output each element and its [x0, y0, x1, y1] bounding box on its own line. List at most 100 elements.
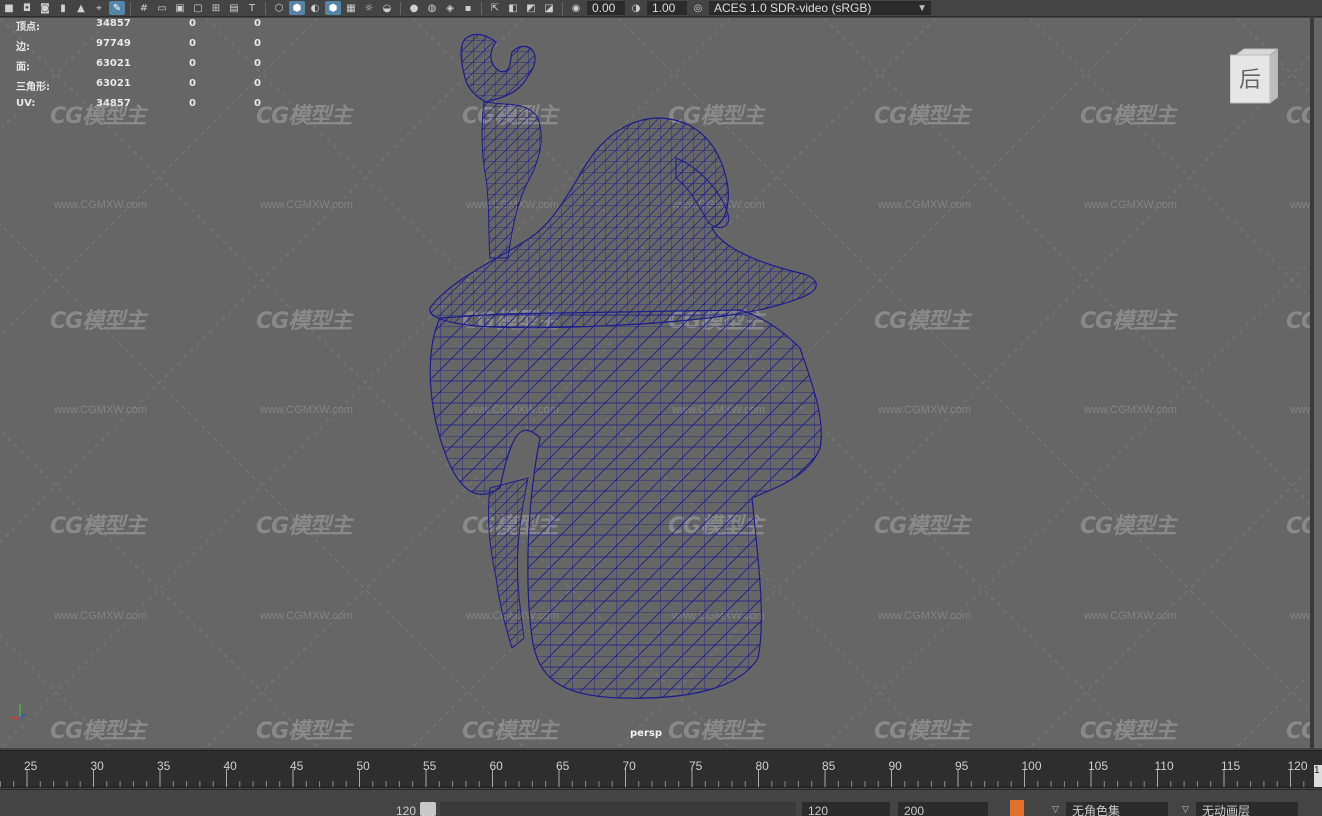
camera-name-label: persp [630, 728, 662, 739]
hud-value: 0 [254, 78, 261, 89]
wireframe-on-shaded-icon[interactable]: ⬢ [325, 1, 341, 15]
hud-row-edges: 边: 97749 0 0 [16, 38, 276, 58]
animation-layer-dropdown[interactable]: 无动画层 [1196, 802, 1298, 816]
range-slider-handle[interactable] [420, 802, 436, 816]
shadows-icon[interactable]: ◒ [379, 1, 395, 15]
default-material-icon[interactable]: ◐ [307, 1, 323, 15]
screen-space-ao-icon[interactable]: ● [406, 1, 422, 15]
ruler-tick-label: 95 [955, 759, 969, 773]
character-set-dropdown[interactable]: 无角色集 [1066, 802, 1168, 816]
use-all-lights-icon[interactable]: ☼ [361, 1, 377, 15]
grease-pencil-icon[interactable]: ✎ [109, 1, 125, 15]
motion-blur-icon[interactable]: ◍ [424, 1, 440, 15]
viewport-toolbar: ■ ◘ ◙ ▮ ▲ ⌖ ✎ # ▭ ▣ ▢ ⊞ ▤ T ⬡ ⬢ ◐ ⬢ ▦ ☼ … [0, 0, 1322, 17]
ruler-tick-label: 70 [622, 759, 636, 773]
hud-row-uvs: UV: 34857 0 0 [16, 98, 276, 118]
view-transform-value: ACES 1.0 SDR-video (sRGB) [714, 1, 872, 15]
hud-value: 0 [189, 78, 196, 89]
ruler-tick-label: 60 [489, 759, 503, 773]
range-slider-track[interactable] [440, 802, 796, 816]
lock-camera-icon[interactable]: ◘ [19, 1, 35, 15]
hud-value: 34857 [96, 98, 131, 109]
wizard-model-wireframe[interactable] [0, 18, 1312, 748]
current-frame-marker[interactable]: 1 [1314, 765, 1322, 787]
depth-of-field-icon[interactable]: ▪ [460, 1, 476, 15]
gamma-field[interactable]: 1.00 [647, 1, 687, 15]
robe-body [429, 309, 822, 699]
auto-key-icon[interactable] [1010, 800, 1024, 816]
safe-action-icon[interactable]: ▤ [226, 1, 242, 15]
current-frame-value: 1 [1314, 765, 1320, 776]
hud-value: 0 [189, 58, 196, 69]
hud-label: 顶点: [16, 22, 40, 33]
range-end-field[interactable]: 120 [380, 802, 420, 816]
time-slider[interactable]: 25 30 35 40 45 50 55 60 65 70 75 80 85 90 95 100 105 110 1… [0, 750, 1322, 788]
wireframe-icon[interactable]: ⬡ [271, 1, 287, 15]
color-management-icon[interactable]: ◎ [690, 1, 706, 15]
poly-count-hud: 顶点: 34857 0 0 边: 97749 0 0 面: 63021 0 0 … [16, 18, 276, 118]
resolution-gate-icon[interactable]: ▣ [172, 1, 188, 15]
xray-components-icon[interactable]: ◪ [541, 1, 557, 15]
ruler-tick-label: 110 [1154, 759, 1174, 773]
smooth-shade-icon[interactable]: ⬢ [289, 1, 305, 15]
film-gate-icon[interactable]: ▭ [154, 1, 170, 15]
view-cube-face-label: 后 [1239, 68, 1261, 93]
ruler-tick-label: 25 [24, 759, 38, 773]
hud-value: 34857 [96, 18, 131, 29]
anti-aliasing-icon[interactable]: ◈ [442, 1, 458, 15]
hud-value: 0 [254, 58, 261, 69]
hud-value: 63021 [96, 78, 131, 89]
axis-gizmo [12, 704, 27, 719]
gate-mask-icon[interactable]: ▢ [190, 1, 206, 15]
ruler-tick-label: 90 [888, 759, 902, 773]
view-transform-dropdown[interactable]: ACES 1.0 SDR-video (sRGB) ▼ [709, 1, 931, 15]
ruler-tick-label: 75 [689, 759, 703, 773]
range-slider-bar: 120 120 200 ▽ 无角色集 ▽ 无动画层 [0, 789, 1322, 816]
bookmark-icon[interactable]: ▮ [55, 1, 71, 15]
ruler-tick-label: 35 [157, 759, 171, 773]
xray-joints-icon[interactable]: ◩ [523, 1, 539, 15]
camera-icon[interactable]: ■ [1, 1, 17, 15]
ruler-tick-label: 85 [822, 759, 836, 773]
toolbar-divider [400, 1, 401, 15]
image-plane-icon[interactable]: ▲ [73, 1, 89, 15]
isolate-select-icon[interactable]: ⇱ [487, 1, 503, 15]
chevron-down-icon: ▽ [1182, 804, 1189, 814]
toolbar-divider [130, 1, 131, 15]
camera-attributes-icon[interactable]: ◙ [37, 1, 53, 15]
hud-value: 63021 [96, 58, 131, 69]
textured-icon[interactable]: ▦ [343, 1, 359, 15]
hud-label: 三角形: [16, 82, 50, 93]
perspective-viewport[interactable]: CG模型主 CG模型主 CG模型主 CG模型主 www.CGMXW.com www.CGM… [0, 18, 1312, 748]
exposure-icon[interactable]: ◉ [568, 1, 584, 15]
hud-value: 97749 [96, 38, 131, 49]
hud-label: 边: [16, 42, 30, 53]
animation-end-field[interactable]: 120 [802, 802, 890, 816]
hud-row-faces: 面: 63021 0 0 [16, 58, 276, 78]
gamma-icon[interactable]: ◑ [628, 1, 644, 15]
exposure-field[interactable]: 0.00 [587, 1, 625, 15]
field-chart-icon[interactable]: ⊞ [208, 1, 224, 15]
chevron-down-icon: ▼ [917, 2, 927, 14]
ruler-tick-label: 65 [556, 759, 570, 773]
hud-value: 0 [254, 38, 261, 49]
chevron-down-icon: ▽ [1052, 804, 1059, 814]
hud-value: 0 [254, 18, 261, 29]
hud-label: 面: [16, 62, 30, 73]
grid-icon[interactable]: # [136, 1, 152, 15]
viewport-edge [1312, 18, 1322, 748]
max-end-field[interactable]: 200 [898, 802, 988, 816]
two-d-pan-zoom-icon[interactable]: ⌖ [91, 1, 107, 15]
xray-icon[interactable]: ◧ [505, 1, 521, 15]
hud-value: 0 [189, 18, 196, 29]
hud-value: 0 [254, 98, 261, 109]
ruler-tick-label: 105 [1088, 759, 1109, 773]
toolbar-divider [481, 1, 482, 15]
ruler-tick-label: 50 [356, 759, 370, 773]
ruler-tick-label: 30 [90, 759, 104, 773]
ruler-tick-label: 45 [290, 759, 304, 773]
ruler-tick-label: 80 [755, 759, 769, 773]
hud-row-triangles: 三角形: 63021 0 0 [16, 78, 276, 98]
view-cube[interactable]: 后 [1230, 47, 1278, 105]
safe-title-icon[interactable]: T [244, 1, 260, 15]
